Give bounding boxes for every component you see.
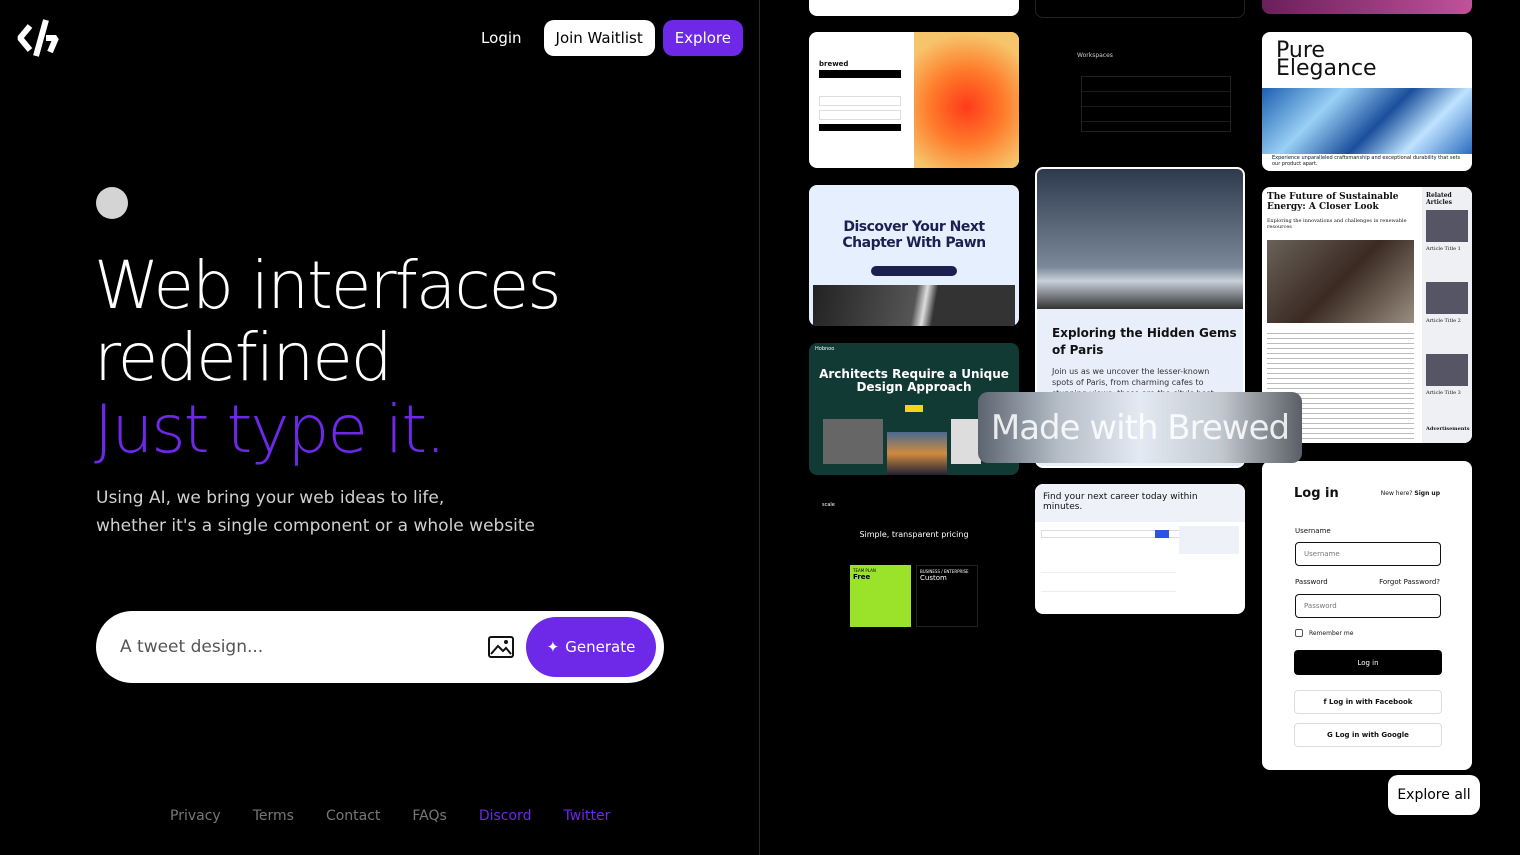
footer-terms[interactable]: Terms	[253, 808, 294, 824]
explore-button[interactable]: Explore	[662, 20, 743, 56]
password-label: Password	[1295, 578, 1328, 586]
title: Simple, transparent pricing	[859, 530, 969, 539]
caption: Experience unparalleled craftsmanship an…	[1272, 155, 1461, 167]
hero-subtitle: Using AI, we bring your web ideas to lif…	[96, 484, 556, 540]
brewed-logo-icon[interactable]	[16, 16, 64, 60]
forgot-link[interactable]: Forgot Password?	[1379, 578, 1440, 586]
gallery-card-partial[interactable]	[809, 0, 1019, 16]
made-with-brewed-badge: Made with Brewed	[978, 392, 1302, 463]
brand: scale	[822, 502, 835, 508]
facebook-login[interactable]: f Log in with Facebook	[1294, 690, 1442, 714]
related-heading: Related Articles	[1426, 192, 1452, 206]
gallery-card-login-form[interactable]: Log in New here? Sign up Username Userna…	[1262, 461, 1472, 770]
related-item: Article Title 2	[1426, 318, 1461, 324]
hero-accent: Just type it.	[94, 391, 446, 468]
top-nav: Login Join Waitlist Explore	[467, 20, 743, 56]
gallery-card-brewed-login[interactable]: brewed	[809, 32, 1019, 168]
decorative-dot	[96, 187, 128, 219]
prompt-input[interactable]	[120, 637, 470, 657]
join-waitlist-button[interactable]: Join Waitlist	[543, 20, 655, 56]
hero-heading: Web interfaces redefined Just type it.	[94, 247, 562, 468]
title: Exploring the Hidden Gems of Paris	[1052, 326, 1237, 357]
gallery-card-pawn[interactable]: Discover Your Next Chapter With Pawn	[809, 185, 1019, 326]
title: Log in	[1294, 486, 1339, 501]
gallery-card-partial[interactable]	[1035, 0, 1245, 18]
generate-button[interactable]: ✦ Generate	[526, 617, 656, 677]
footer-links: Privacy Terms Contact FAQs Discord Twitt…	[170, 808, 610, 824]
related-item: Article Title 3	[1426, 390, 1461, 396]
footer-twitter[interactable]: Twitter	[563, 808, 610, 824]
gallery-card-pure-elegance[interactable]: Pure Elegance Experience unparalleled cra…	[1262, 32, 1472, 171]
brand: brewed	[819, 60, 849, 68]
subtitle-line: Using AI, we bring your web ideas to lif…	[96, 488, 445, 508]
footer-faqs[interactable]: FAQs	[412, 808, 446, 824]
username-label: Username	[1295, 527, 1331, 535]
title: Discover Your Next Chapter With Pawn	[842, 219, 986, 251]
footer-privacy[interactable]: Privacy	[170, 808, 221, 824]
subtitle: Exploring the innovations and challenges…	[1267, 218, 1407, 230]
footer-discord[interactable]: Discord	[479, 808, 532, 824]
hero-panel: Login Join Waitlist Explore Web interfac…	[0, 0, 760, 855]
title: Architects Require a Unique Design Appro…	[819, 367, 1009, 394]
gallery-card-career[interactable]: Find your next career today within minut…	[1035, 484, 1245, 614]
generate-label: Generate	[565, 638, 636, 656]
login-link[interactable]: Login	[467, 21, 535, 55]
password-field[interactable]: Password	[1295, 594, 1441, 618]
google-login[interactable]: G Log in with Google	[1294, 723, 1442, 747]
login-submit[interactable]: Log in	[1294, 650, 1442, 675]
footer-contact[interactable]: Contact	[326, 808, 380, 824]
related-item: Article Title 1	[1426, 246, 1461, 252]
title: Workspaces	[1077, 52, 1113, 59]
username-field[interactable]: Username	[1295, 542, 1441, 566]
ads-label: Advertisements	[1426, 426, 1470, 432]
brand: Hobnoo	[815, 346, 835, 352]
gallery-card-workspaces[interactable]: Workspaces	[1035, 32, 1245, 150]
title: Pure Elegance	[1276, 38, 1377, 81]
subtitle-line: whether it's a single component or a who…	[96, 516, 536, 536]
image-upload-icon[interactable]	[488, 636, 514, 658]
title: The Future of Sustainable Energy: A Clos…	[1267, 192, 1399, 212]
prompt-bar: ✦ Generate	[96, 611, 664, 683]
title: Find your next career today within minut…	[1035, 484, 1245, 522]
sparkle-icon: ✦	[546, 638, 560, 656]
gallery-card-pricing[interactable]: scale Simple, transparent pricing TEAM P…	[809, 492, 1019, 630]
gallery-card-partial[interactable]	[1262, 0, 1472, 14]
explore-all-button[interactable]: Explore all	[1388, 775, 1480, 815]
hero-line: Web interfaces	[94, 247, 562, 324]
remember-checkbox[interactable]	[1295, 629, 1303, 637]
hero-line: redefined	[94, 319, 393, 396]
